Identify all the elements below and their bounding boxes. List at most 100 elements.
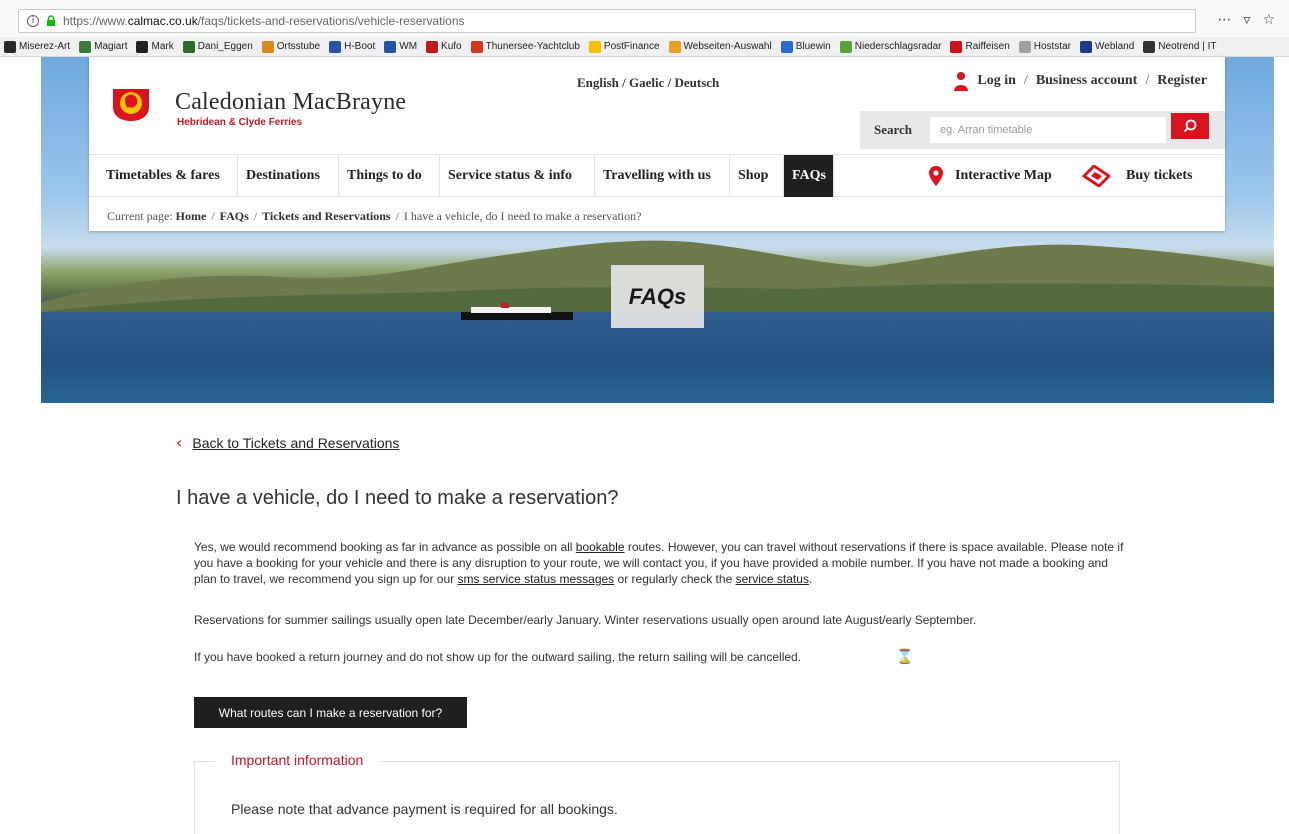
page-title: I have a vehicle, do I need to make a re… — [176, 487, 619, 509]
bookmark-item[interactable]: Miserez-Art — [4, 40, 71, 53]
ticket-icon — [1082, 165, 1110, 187]
separator: / — [211, 209, 215, 223]
bookmark-item[interactable]: Magiart — [79, 40, 128, 53]
bookmark-item[interactable]: Webseiten-Auswahl — [668, 40, 772, 53]
bookable-link[interactable]: bookable — [576, 540, 625, 554]
text: . — [808, 572, 813, 586]
buy-tickets-link[interactable]: Buy tickets — [1082, 155, 1193, 197]
bookmark-item[interactable]: Hoststar — [1018, 40, 1071, 53]
account-links: Log in / Business account / Register — [953, 71, 1207, 91]
url-text: https://www.calmac.co.uk/faqs/tickets-an… — [63, 14, 465, 28]
bookmark-item[interactable]: Webland — [1080, 40, 1135, 53]
bookmark-item[interactable]: Neotrend | IT — [1143, 40, 1217, 53]
bookmark-favicon-icon — [588, 40, 601, 53]
interactive-map-link[interactable]: Interactive Map — [929, 155, 1052, 197]
pocket-icon[interactable]: ▿ — [1243, 12, 1250, 28]
separator: / — [395, 209, 399, 223]
breadcrumb-prefix: Current page: — [107, 209, 173, 223]
text: or regularly check the — [614, 572, 736, 586]
bookmark-favicon-icon — [182, 40, 195, 53]
page-margin-right — [1274, 403, 1289, 834]
bookmark-label: Mark — [151, 41, 174, 52]
bookmark-favicon-icon — [384, 40, 397, 53]
service-status-link[interactable]: service status — [736, 572, 809, 586]
search-label: Search — [874, 122, 913, 137]
bookmark-favicon-icon — [780, 40, 793, 53]
answer-paragraph-3: If you have booked a return journey and … — [194, 650, 802, 664]
bookmark-item[interactable]: Kufo — [426, 40, 462, 53]
bookmark-item[interactable]: Mark — [136, 40, 174, 53]
bookmark-label: Hoststar — [1033, 41, 1071, 52]
bookmark-label: Webland — [1095, 41, 1135, 52]
bookmark-item[interactable]: Niederschlagsradar — [839, 40, 942, 53]
page-margin-left — [0, 57, 41, 834]
bookmark-label: Dani_Eggen — [197, 41, 253, 52]
bookmark-favicon-icon — [470, 40, 483, 53]
bookmark-label: Ortsstube — [276, 41, 321, 52]
breadcrumb-home[interactable]: Home — [176, 209, 207, 223]
nav-shop[interactable]: Shop — [730, 155, 784, 197]
bookmark-favicon-icon — [4, 40, 16, 53]
separator: / — [1023, 73, 1028, 88]
bookmark-label: Kufo — [441, 41, 462, 52]
bookmark-label: H-Boot — [344, 41, 376, 52]
bookmark-label: PostFinance — [603, 41, 660, 52]
separator: / — [253, 209, 258, 223]
sms-service-status-link[interactable]: sms service status messages — [457, 572, 614, 586]
nav-faqs[interactable]: FAQs — [784, 155, 834, 197]
bookmark-item[interactable]: H-Boot — [329, 40, 376, 53]
interactive-map-label: Interactive Map — [955, 168, 1052, 183]
business-account-link[interactable]: Business account — [1036, 73, 1138, 89]
bookmark-label: Magiart — [94, 41, 128, 52]
search-input[interactable] — [930, 117, 1166, 143]
brand-name[interactable]: Caledonian MacBrayne — [175, 89, 406, 116]
bookmark-item[interactable]: Dani_Eggen — [182, 40, 253, 53]
bookmark-item[interactable]: Bluewin — [780, 40, 831, 53]
answer-paragraph-2: Reservations for summer sailings usually… — [194, 613, 977, 627]
reservation-routes-button[interactable]: What routes can I make a reservation for… — [194, 697, 467, 728]
bookmark-favicon-icon — [136, 40, 149, 53]
back-link[interactable]: ‹ Back to Tickets and Reservations — [176, 433, 399, 452]
bookmark-item[interactable]: PostFinance — [588, 40, 660, 53]
breadcrumb: Current page: Home / FAQs / Tickets and Rese… — [107, 209, 641, 224]
bookmark-favicon-icon — [329, 40, 342, 53]
page-actions-icon[interactable]: ⋯ — [1217, 12, 1231, 28]
register-link[interactable]: Register — [1157, 73, 1207, 89]
address-bar[interactable]: i https://www.calmac.co.uk/faqs/tickets-… — [18, 9, 1196, 33]
nav-destinations[interactable]: Destinations — [238, 155, 339, 197]
breadcrumb-section[interactable]: Tickets and Reservations — [262, 209, 390, 223]
bookmark-label: Neotrend | IT — [1158, 41, 1217, 52]
nav-things-to-do[interactable]: Things to do — [339, 155, 440, 197]
answer-paragraph-1: Yes, we would recommend booking as far i… — [194, 539, 1124, 587]
bookmark-label: Thunersee-Yachtclub — [485, 41, 580, 52]
ferry-image — [461, 303, 573, 320]
login-link[interactable]: Log in — [977, 73, 1016, 89]
bookmark-label: Miserez-Art — [19, 41, 71, 52]
calmac-lion-logo[interactable] — [109, 79, 153, 123]
brand-subtitle: Hebridean & Clyde Ferries — [177, 117, 303, 128]
bookmark-item[interactable]: Raiffeisen — [950, 40, 1010, 53]
main-navigation: Timetables & fares Destinations Things t… — [89, 154, 1225, 197]
bookmark-favicon-icon — [261, 40, 274, 53]
bookmark-item[interactable]: WM — [384, 40, 417, 53]
bookmark-label: Webseiten-Auswahl — [683, 41, 772, 52]
lock-icon — [47, 15, 55, 26]
bookmark-item[interactable]: Ortsstube — [261, 40, 321, 53]
bookmark-item[interactable]: Thunersee-Yachtclub — [470, 40, 580, 53]
bookmark-label: Niederschlagsradar — [854, 41, 942, 52]
important-info-text: Please note that advance payment is requ… — [231, 801, 618, 817]
nav-timetables-fares[interactable]: Timetables & fares — [98, 155, 238, 197]
breadcrumb-faqs[interactable]: FAQs — [220, 209, 249, 223]
bookmarks-toolbar: Miserez-Art Magiart Mark Dani_Eggen Ortsstub… — [0, 37, 1289, 57]
bookmark-label: Bluewin — [795, 41, 831, 52]
hero-title: FAQs — [611, 265, 704, 328]
nav-service-status[interactable]: Service status & info — [440, 155, 595, 197]
chevron-left-icon: ‹ — [176, 433, 183, 452]
site-info-icon[interactable]: i — [27, 15, 39, 27]
bookmark-favicon-icon — [1080, 40, 1092, 53]
language-links[interactable]: English / Gaelic / Deutsch — [577, 75, 719, 91]
nav-travelling-with-us[interactable]: Travelling with us — [595, 155, 730, 197]
bookmark-star-icon[interactable]: ☆ — [1262, 12, 1275, 28]
bookmark-favicon-icon — [839, 40, 852, 53]
search-button[interactable] — [1171, 113, 1209, 139]
